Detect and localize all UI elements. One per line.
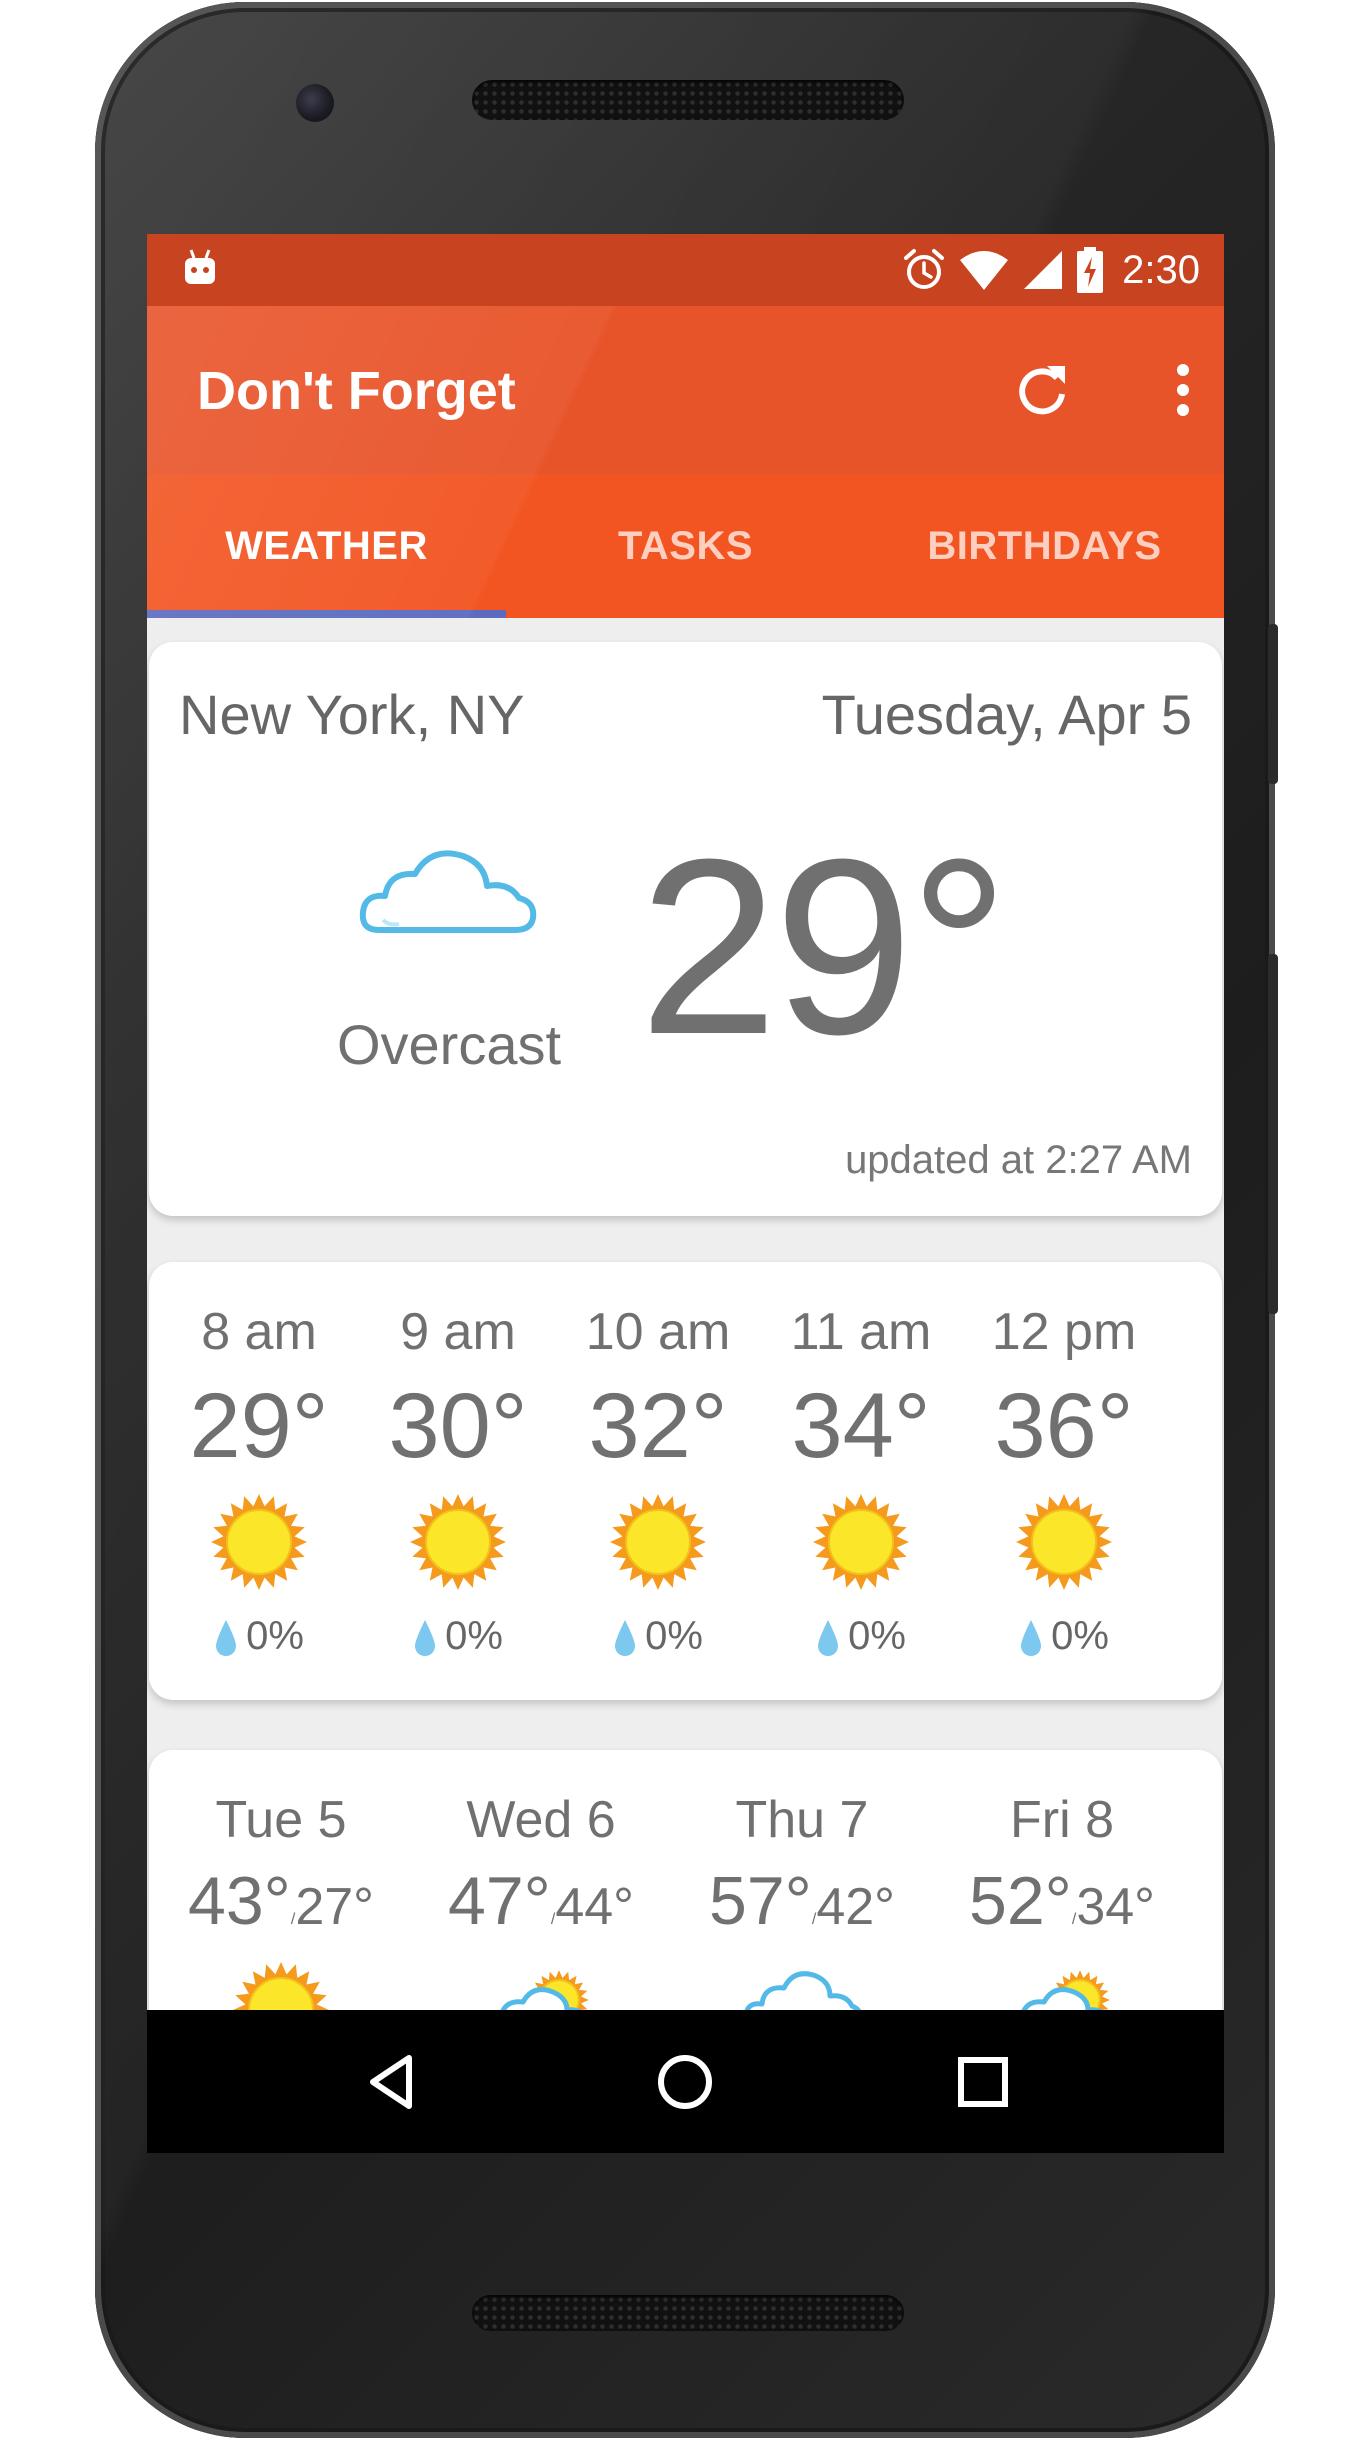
battery-charging-icon	[1077, 247, 1104, 293]
wifi-icon	[960, 251, 1009, 290]
sun-icon	[211, 1494, 307, 1590]
sun-icon	[410, 1494, 506, 1590]
location-label: New York, NY	[179, 683, 525, 746]
current-temperature: 29°	[639, 807, 1009, 1086]
app-title: Don't Forget	[197, 361, 516, 421]
day-name: Fri 8	[1010, 1791, 1114, 1849]
cloud-icon	[359, 850, 537, 933]
alarm-icon	[904, 249, 945, 289]
tab-indicator	[147, 610, 506, 618]
day-temperature: 57°/42°	[709, 1863, 895, 1939]
tab-birthdays[interactable]: BIRTHDAYS	[865, 474, 1224, 618]
hour-time: 8 am	[201, 1303, 317, 1361]
raindrop-icon	[1021, 1619, 1042, 1656]
day-name: Thu 7	[735, 1791, 869, 1849]
raindrop-icon	[615, 1619, 636, 1656]
android-notification-icon	[185, 249, 215, 284]
day-name: Tue 5	[215, 1791, 347, 1849]
sun-icon	[813, 1494, 909, 1590]
precip-chance: 0%	[771, 1614, 951, 1659]
high-temp: 43°	[188, 1863, 291, 1939]
home-icon[interactable]	[649, 2046, 721, 2118]
hour-temperature: 29°	[189, 1375, 329, 1477]
raindrop-icon	[415, 1619, 436, 1656]
hour-time: 11 am	[790, 1303, 932, 1361]
hour-temperature: 32°	[588, 1375, 728, 1477]
tab-weather[interactable]: WEATHER	[147, 474, 506, 618]
status-clock: 2:30	[1122, 247, 1200, 292]
precip-value: 0%	[645, 1614, 703, 1658]
high-temp: 57°	[709, 1863, 812, 1939]
hour-temperature: 34°	[791, 1375, 931, 1477]
tab-bar: WEATHER TASKS BIRTHDAYS	[147, 474, 1224, 618]
power-button	[1268, 624, 1278, 784]
precip-chance: 0%	[169, 1614, 349, 1659]
precip-value: 0%	[848, 1614, 906, 1658]
day-name: Wed 6	[466, 1791, 616, 1849]
precip-chance: 0%	[568, 1614, 748, 1659]
sun-icon	[610, 1494, 706, 1590]
day-temperature: 52°/34°	[969, 1863, 1155, 1939]
screen: 2:30 Don't Forget WEATHER TASKS BIRTHDAY…	[147, 234, 1224, 2153]
hour-time: 9 am	[400, 1303, 516, 1361]
raindrop-icon	[216, 1619, 237, 1656]
cell-signal-icon	[1024, 251, 1063, 289]
recents-icon[interactable]	[947, 2046, 1019, 2118]
bottom-speaker	[472, 2295, 904, 2331]
refresh-icon[interactable]	[1007, 354, 1079, 426]
volume-button	[1268, 954, 1278, 1314]
day-temperature: 47°/44°	[448, 1863, 634, 1939]
back-icon[interactable]	[357, 2046, 429, 2118]
date-label: Tuesday, Apr 5	[821, 683, 1192, 746]
sun-icon	[1016, 1494, 1112, 1590]
status-bar: 2:30	[147, 234, 1224, 306]
updated-timestamp: updated at 2:27 AM	[845, 1138, 1192, 1182]
hour-time: 10 am	[585, 1303, 731, 1361]
top-speaker	[472, 80, 904, 120]
more-vert-icon[interactable]	[1147, 354, 1219, 426]
current-weather-card[interactable]: New York, NY Tuesday, Apr 5 Overcast 29°…	[149, 642, 1222, 1216]
hour-temperature: 30°	[388, 1375, 528, 1477]
precip-value: 0%	[246, 1614, 304, 1658]
precip-chance: 0%	[974, 1614, 1154, 1659]
front-camera	[296, 84, 334, 122]
hour-time: 12 pm	[991, 1303, 1137, 1361]
day-temperature: 43°/27°	[188, 1863, 374, 1939]
low-temp: 42°	[816, 1878, 895, 1936]
app-bar: Don't Forget	[147, 306, 1224, 474]
navigation-bar	[147, 2010, 1224, 2153]
high-temp: 47°	[448, 1863, 551, 1939]
precip-value: 0%	[1051, 1614, 1109, 1658]
high-temp: 52°	[969, 1863, 1072, 1939]
tab-tasks[interactable]: TASKS	[506, 474, 865, 618]
hourly-forecast-card: 8 am 29° 0% 9 am 30° 0% 10 am 32° 0% 11 …	[149, 1262, 1222, 1700]
condition-label: Overcast	[336, 1013, 562, 1076]
low-temp: 27°	[295, 1878, 374, 1936]
precip-value: 0%	[445, 1614, 503, 1658]
raindrop-icon	[818, 1619, 839, 1656]
low-temp: 44°	[555, 1878, 634, 1936]
low-temp: 34°	[1076, 1878, 1155, 1936]
hour-temperature: 36°	[994, 1375, 1134, 1477]
precip-chance: 0%	[368, 1614, 548, 1659]
